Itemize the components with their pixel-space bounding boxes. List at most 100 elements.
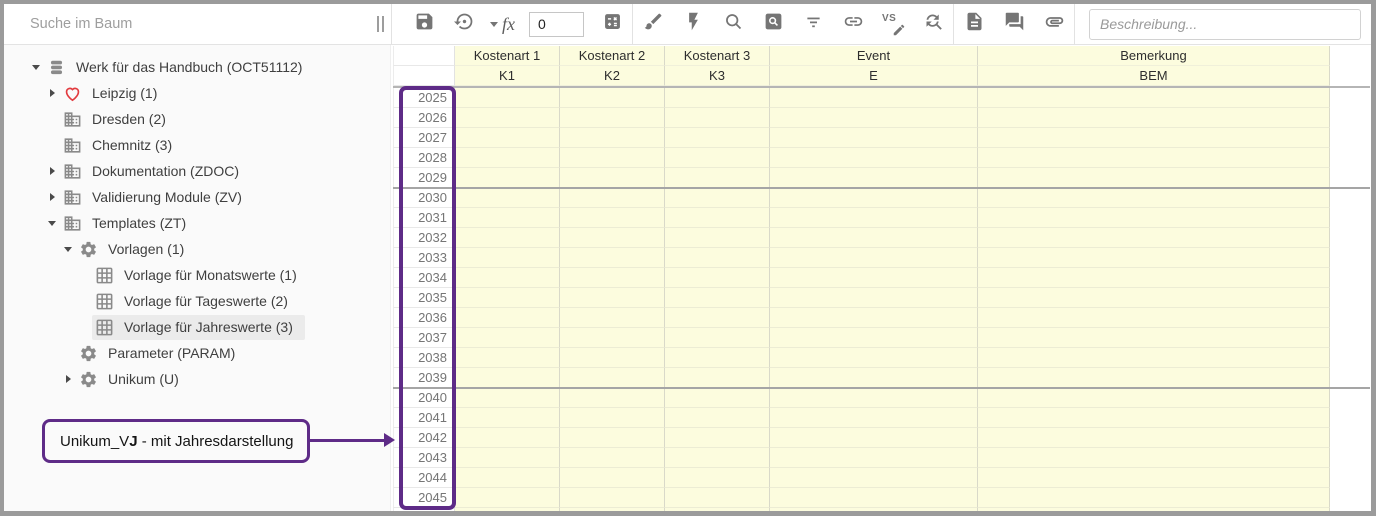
row-header-year[interactable]: 2039 (393, 368, 455, 388)
grid-cell[interactable] (978, 288, 1330, 308)
grid-cell[interactable] (560, 188, 665, 208)
grid-cell[interactable] (455, 348, 560, 368)
grid-cell[interactable] (665, 268, 770, 288)
formula-dropdown[interactable]: fx (490, 14, 515, 35)
grid-cell[interactable] (665, 388, 770, 408)
comment-button[interactable] (1003, 13, 1025, 35)
grid-cell[interactable] (665, 108, 770, 128)
column-header[interactable]: Bemerkung (978, 46, 1330, 66)
grid-cell[interactable] (560, 368, 665, 388)
grid-cell[interactable] (770, 488, 978, 508)
row-header-year[interactable]: 2041 (393, 408, 455, 428)
grid-cell[interactable] (770, 348, 978, 368)
row-header-year[interactable]: 2031 (393, 208, 455, 228)
grid-cell[interactable] (560, 208, 665, 228)
tree-item[interactable]: Dresden (2) (4, 106, 390, 132)
tree-item-content[interactable]: Dokumentation (ZDOC) (60, 159, 251, 184)
grid-cell[interactable] (455, 108, 560, 128)
grid-cell[interactable] (770, 428, 978, 448)
grid-cell[interactable] (560, 228, 665, 248)
grid-cell[interactable] (455, 368, 560, 388)
grid-cell[interactable] (455, 328, 560, 348)
grid-cell[interactable] (665, 428, 770, 448)
grid-cell[interactable] (978, 168, 1330, 188)
description-input[interactable] (1089, 9, 1361, 40)
chevron-down-icon[interactable] (44, 221, 60, 226)
grid-cell[interactable] (455, 488, 560, 508)
grid-cell[interactable] (770, 88, 978, 108)
grid-cell[interactable] (978, 148, 1330, 168)
grid-cell[interactable] (978, 368, 1330, 388)
grid-cell[interactable] (560, 308, 665, 328)
grid-cell[interactable] (978, 108, 1330, 128)
grid-cell[interactable] (560, 288, 665, 308)
grid-cell[interactable] (455, 268, 560, 288)
tree-search-field[interactable]: Suche im Baum (4, 4, 391, 44)
grid-cell[interactable] (665, 168, 770, 188)
tree-item[interactable]: Templates (ZT) (4, 210, 390, 236)
grid-cell[interactable] (978, 508, 1330, 511)
grid-cell[interactable] (770, 228, 978, 248)
grid-cell[interactable] (665, 208, 770, 228)
search-box-button[interactable] (762, 13, 784, 35)
grid-cell[interactable] (770, 328, 978, 348)
grid-cell[interactable] (665, 448, 770, 468)
grid-cell[interactable] (770, 108, 978, 128)
link-button[interactable] (842, 13, 864, 35)
grid-cell[interactable] (978, 128, 1330, 148)
tree-item[interactable]: Parameter (PARAM) (4, 340, 390, 366)
grid-cell[interactable] (455, 168, 560, 188)
tree-item-content[interactable]: Vorlage für Monatswerte (1) (92, 263, 309, 288)
grid-cell[interactable] (770, 168, 978, 188)
tree-item[interactable]: Vorlage für Tageswerte (2) (4, 288, 390, 314)
chevron-right-icon[interactable] (60, 375, 76, 383)
tree-item[interactable]: Chemnitz (3) (4, 132, 390, 158)
grid-cell[interactable] (665, 148, 770, 168)
grid-cell[interactable] (665, 228, 770, 248)
grid-cell[interactable] (455, 188, 560, 208)
grid-cell[interactable] (770, 208, 978, 228)
tree-item-content[interactable]: Chemnitz (3) (60, 133, 184, 158)
grid-cell[interactable] (560, 148, 665, 168)
calculator-button[interactable] (601, 13, 623, 35)
grid-cell[interactable] (665, 488, 770, 508)
tree-item[interactable]: Werk für das Handbuch (OCT51112) (4, 54, 390, 80)
grid-cell[interactable] (770, 368, 978, 388)
row-header-year[interactable]: 2030 (393, 188, 455, 208)
number-input[interactable] (529, 12, 584, 37)
tree-item-content[interactable]: Validierung Module (ZV) (60, 185, 254, 210)
column-code[interactable]: E (770, 66, 978, 86)
tree-item[interactable]: Unikum (U) (4, 366, 390, 392)
grid-cell[interactable] (455, 88, 560, 108)
grid-cell[interactable] (455, 468, 560, 488)
tree-item[interactable]: Vorlage für Monatswerte (1) (4, 262, 390, 288)
chevron-right-icon[interactable] (44, 167, 60, 175)
tree-item-content[interactable]: Unikum (U) (76, 367, 191, 392)
grid-cell[interactable] (770, 268, 978, 288)
grid-cell[interactable] (770, 288, 978, 308)
row-header-year[interactable]: 2033 (393, 248, 455, 268)
row-header-year[interactable]: 2046 (393, 508, 455, 511)
save-button[interactable] (413, 13, 435, 35)
grid-cell[interactable] (978, 268, 1330, 288)
tree-item-content[interactable]: Leipzig (1) (60, 81, 169, 106)
grid-cell[interactable] (560, 488, 665, 508)
attachment-button[interactable] (1043, 13, 1065, 35)
grid-cell[interactable] (978, 228, 1330, 248)
grid-cell[interactable] (978, 428, 1330, 448)
row-header-year[interactable]: 2029 (393, 168, 455, 188)
grid-cell[interactable] (560, 88, 665, 108)
grid-cell[interactable] (978, 408, 1330, 428)
row-header-year[interactable]: 2035 (393, 288, 455, 308)
grid-cell[interactable] (770, 468, 978, 488)
grid-cell[interactable] (665, 368, 770, 388)
grid-cell[interactable] (665, 508, 770, 511)
tree-item-content[interactable]: Templates (ZT) (60, 211, 198, 236)
grid-cell[interactable] (560, 268, 665, 288)
row-header-year[interactable]: 2038 (393, 348, 455, 368)
row-header-year[interactable]: 2025 (393, 88, 455, 108)
row-header-year[interactable]: 2027 (393, 128, 455, 148)
tree-item[interactable]: Dokumentation (ZDOC) (4, 158, 390, 184)
column-header[interactable]: Kostenart 2 (560, 46, 665, 66)
grid-cell[interactable] (665, 88, 770, 108)
